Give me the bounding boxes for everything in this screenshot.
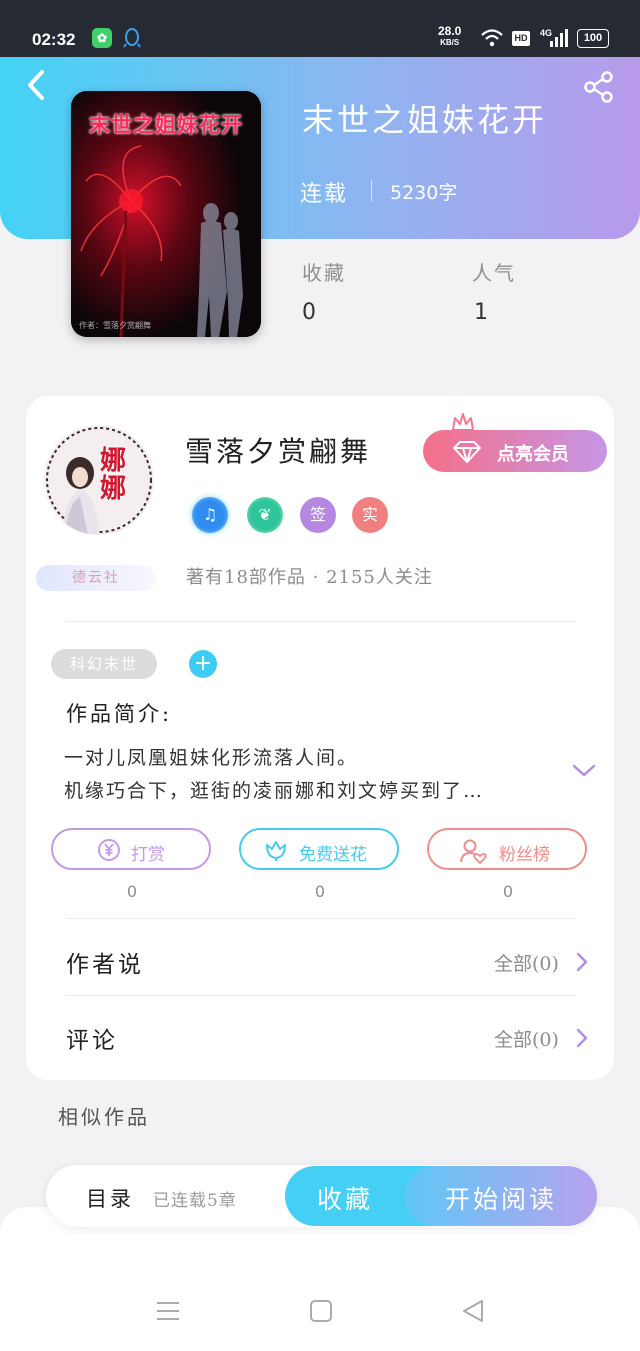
- flower-count: 0: [314, 882, 326, 901]
- diamond-icon: [453, 441, 481, 463]
- intro-line-1: 一对儿凤凰姐妹化形流落人间。: [64, 747, 359, 769]
- chevron-right-icon: [576, 952, 588, 972]
- signal-icon: 4G: [540, 28, 568, 47]
- menu-icon[interactable]: [155, 1298, 181, 1324]
- chevron-right-icon: [576, 1028, 588, 1048]
- send-flower-button[interactable]: 免费送花: [239, 828, 399, 870]
- vip-button-label: 点亮会员: [497, 444, 569, 465]
- divider: [66, 918, 576, 919]
- status-time: 02:32: [32, 30, 76, 49]
- status-divider: [371, 180, 372, 202]
- similar-works-heading: 相似作品: [58, 1105, 150, 1129]
- comments-all-link[interactable]: 全部(0): [494, 1025, 559, 1052]
- author-avatar[interactable]: 娜娜: [44, 425, 154, 535]
- status-bar: 02:32 ✿ 28.0 KB/S HD 4G 100: [0, 0, 640, 57]
- hd-icon: HD: [512, 31, 530, 46]
- svg-text:4G: 4G: [540, 28, 552, 38]
- music-badge-icon[interactable]: ♫: [192, 497, 228, 533]
- leaf-badge-icon[interactable]: ❦: [247, 497, 283, 533]
- tip-label: 打赏: [131, 845, 165, 865]
- word-count: 5230字: [390, 182, 458, 204]
- book-cover[interactable]: 末世之姐妹花开 作者：雪落夕赏翩舞: [71, 91, 261, 337]
- intro-line-2: 机缘巧合下，逛街的凌丽娜和刘文婷买到了…: [64, 780, 485, 802]
- fan-ranking-label: 粉丝榜: [499, 845, 550, 865]
- app-notification-icon: ✿: [92, 28, 112, 48]
- yen-icon: [98, 839, 120, 861]
- back-triangle-icon[interactable]: [460, 1298, 486, 1324]
- penguin-notification-icon: [123, 28, 141, 48]
- comments-title: 评论: [66, 1028, 118, 1054]
- chevron-down-icon[interactable]: [570, 758, 598, 782]
- crown-icon: [452, 413, 474, 431]
- flower-icon: [266, 841, 286, 861]
- author-notes-all-link[interactable]: 全部(0): [494, 949, 559, 976]
- add-tag-button[interactable]: +: [189, 650, 217, 678]
- fan-ranking-button[interactable]: 粉丝榜: [427, 828, 587, 870]
- author-group-badge: 德云社: [36, 565, 156, 591]
- network-speed: 28.0 KB/S: [438, 24, 462, 47]
- favorites-label: 收藏: [302, 261, 346, 285]
- home-icon[interactable]: [308, 1298, 334, 1324]
- favorites-count: 0: [302, 300, 316, 325]
- tip-button[interactable]: 打赏: [51, 828, 211, 870]
- cover-credit: 作者：雪落夕赏翩舞: [79, 321, 151, 330]
- avatar-artwork: [44, 425, 154, 535]
- tip-count: 0: [126, 882, 138, 901]
- popularity-count: 1: [474, 300, 488, 325]
- popularity-label: 人气: [472, 261, 516, 285]
- start-reading-label: 开始阅读: [444, 1185, 557, 1214]
- back-arrow-icon[interactable]: [22, 68, 52, 102]
- book-title: 末世之姐妹花开: [302, 101, 548, 139]
- divider: [66, 621, 576, 622]
- author-meta: 著有18部作品 · 2155人关注: [186, 567, 433, 588]
- verified-badge[interactable]: 实: [352, 497, 388, 533]
- fan-count: 0: [502, 882, 514, 901]
- book-status: 连载: [300, 182, 349, 207]
- wifi-icon: [481, 29, 503, 47]
- send-flower-label: 免费送花: [299, 845, 367, 865]
- author-name[interactable]: 雪落夕赏翩舞: [185, 430, 371, 470]
- share-icon[interactable]: [582, 70, 616, 104]
- genre-tag[interactable]: 科幻末世: [51, 649, 157, 679]
- signed-badge[interactable]: 签: [300, 497, 336, 533]
- fan-icon: [460, 839, 487, 864]
- collect-label: 收藏: [316, 1185, 373, 1214]
- cover-title: 末世之姐妹花开: [89, 113, 243, 137]
- divider: [66, 995, 576, 996]
- vip-membership-button[interactable]: 点亮会员: [423, 430, 607, 472]
- avatar-text: 娜娜: [100, 446, 127, 504]
- author-notes-title: 作者说: [66, 952, 144, 978]
- intro-heading: 作品简介:: [66, 702, 173, 726]
- bottom-sheet: [0, 1207, 640, 1351]
- chapter-count: 已连载5章: [153, 1191, 237, 1211]
- start-reading-button[interactable]: 开始阅读: [405, 1166, 597, 1226]
- table-of-contents-button[interactable]: 目录: [86, 1183, 134, 1213]
- battery-icon: 100: [577, 29, 609, 48]
